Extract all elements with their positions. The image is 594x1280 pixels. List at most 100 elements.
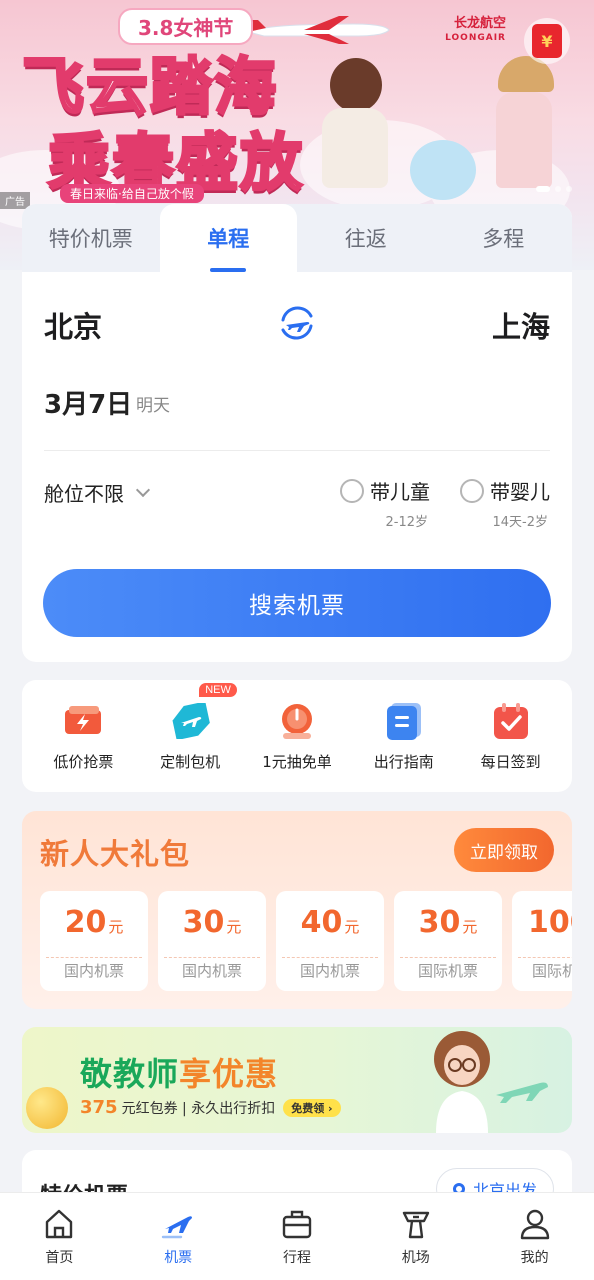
airline-en-name: LOONGAIR xyxy=(445,33,506,43)
illustration-girl-body xyxy=(322,108,388,188)
coupon-unit: 元 xyxy=(462,918,478,936)
plane-tag-icon xyxy=(169,701,211,741)
coupon-amount: 20 xyxy=(64,905,107,940)
nav-flights[interactable]: 机票 xyxy=(128,1207,228,1267)
tab-special[interactable]: 特价机票 xyxy=(22,204,160,272)
ticket-bolt-icon xyxy=(62,701,104,741)
new-badge: NEW xyxy=(199,682,237,697)
teacher-promo-subtitle: 375 元红包券 | 永久出行折扣 免费领 › xyxy=(80,1097,341,1118)
nav-label: 我的 xyxy=(520,1249,549,1266)
infant-label: 带婴儿 xyxy=(490,480,550,504)
red-packet-button[interactable]: ¥ xyxy=(524,18,570,64)
teacher-illustration xyxy=(434,1031,490,1133)
quick-action-label: 每日签到 xyxy=(480,752,541,771)
with-infant-option[interactable]: 带婴儿 14天-2岁 xyxy=(460,476,550,530)
search-flights-button[interactable]: 搜索机票 xyxy=(43,569,551,637)
infant-radio[interactable] xyxy=(460,478,484,503)
child-label: 带儿童 xyxy=(370,480,430,504)
illustration-girl-head xyxy=(330,58,382,112)
arrival-city[interactable]: 上海 xyxy=(492,304,550,346)
divider xyxy=(44,450,550,451)
quick-actions: 低价抢票 NEW 定制包机 1元抽免单 出行指南 每日签到 xyxy=(22,680,572,792)
coupon-list: 20元 国内机票 30元 国内机票 40元 国内机票 30元 国际机票 100元… xyxy=(40,891,572,991)
tab-one-way[interactable]: 单程 xyxy=(159,204,297,272)
child-radio[interactable] xyxy=(340,478,364,503)
cabin-class-label: 舱位不限 xyxy=(44,482,124,506)
nav-label: 机场 xyxy=(401,1249,430,1266)
quick-action-label: 定制包机 xyxy=(160,752,221,771)
banner-slogan: 春日来临·给自己放个假 xyxy=(60,184,204,203)
carousel-indicator xyxy=(536,186,572,192)
quick-action-checkin[interactable]: 每日签到 xyxy=(458,701,564,772)
new-user-title: 新人大礼包 xyxy=(40,837,191,871)
coupon-unit: 元 xyxy=(108,918,124,936)
coupon-card[interactable]: 20 元 国内机票 xyxy=(40,891,148,991)
coupon-amount: 40 xyxy=(300,905,343,940)
airline-name: 长龙航空 xyxy=(453,16,506,31)
departure-date[interactable]: 3月7日 xyxy=(44,384,132,421)
guide-book-icon xyxy=(383,701,425,741)
quick-action-lottery[interactable]: 1元抽免单 xyxy=(244,701,350,772)
quick-action-guide[interactable]: 出行指南 xyxy=(351,701,457,772)
coupon-amount: 30 xyxy=(182,905,225,940)
teacher-sub-text: 元红包券 | 永久出行折扣 xyxy=(121,1100,276,1117)
claim-now-button[interactable]: 立即领取 xyxy=(454,828,554,872)
illustration-girl-body xyxy=(496,92,552,188)
free-claim-pill[interactable]: 免费领 › xyxy=(283,1098,341,1117)
nav-label: 行程 xyxy=(282,1249,311,1266)
nav-label: 首页 xyxy=(45,1249,74,1266)
departure-city[interactable]: 北京 xyxy=(44,304,102,346)
tab-round-trip[interactable]: 往返 xyxy=(297,204,435,272)
trip-type-tabs: 特价机票 单程 往返 多程 xyxy=(22,204,572,272)
red-packet-icon: ¥ xyxy=(532,24,562,58)
cabin-class-select[interactable]: 舱位不限 xyxy=(44,478,151,507)
coupon-card[interactable]: 30 元 国内机票 xyxy=(158,891,266,991)
flight-search-card: 特价机票 单程 往返 多程 北京 上海 3月7日 明天 舱位不限 带儿童 2-1… xyxy=(22,204,572,662)
teacher-promo-title: 敬教师享优惠 xyxy=(80,1049,278,1095)
plane-icon xyxy=(161,1215,193,1238)
coupon-unit: 元 xyxy=(344,918,360,936)
tab-multi-city[interactable]: 多程 xyxy=(435,204,573,272)
nav-label: 机票 xyxy=(164,1249,193,1266)
coupon-total-amount: 375 xyxy=(80,1097,118,1118)
quick-action-charter[interactable]: NEW 定制包机 xyxy=(137,682,243,772)
quick-action-label: 出行指南 xyxy=(373,752,434,771)
tower-icon xyxy=(402,1211,429,1238)
coupon-card[interactable]: 40 元 国内机票 xyxy=(276,891,384,991)
coin-icon xyxy=(26,1087,68,1129)
coupon-name: 国内机票 xyxy=(299,962,360,980)
bottom-navigation: 首页 机票 行程 机场 我的 xyxy=(0,1192,594,1280)
date-relative-label: 明天 xyxy=(136,396,170,416)
user-icon xyxy=(520,1209,549,1239)
quick-action-low-price[interactable]: 低价抢票 xyxy=(30,701,136,772)
home-icon xyxy=(46,1209,73,1238)
illustration-mascot xyxy=(410,140,476,200)
quick-action-label: 低价抢票 xyxy=(53,752,114,771)
nav-trips[interactable]: 行程 xyxy=(247,1207,347,1267)
infant-age-hint: 14天-2岁 xyxy=(492,515,548,530)
nav-airport[interactable]: 机场 xyxy=(366,1207,466,1267)
chevron-down-icon xyxy=(135,482,151,498)
airplane-illustration xyxy=(496,1082,548,1103)
nav-profile[interactable]: 我的 xyxy=(485,1207,585,1267)
suitcase-icon xyxy=(282,1210,312,1238)
coupon-unit: 元 xyxy=(226,918,242,936)
coupon-card[interactable]: 30 元 国际机票 xyxy=(394,891,502,991)
swap-cities-icon[interactable] xyxy=(276,302,318,344)
teacher-title-highlight: 享优惠 xyxy=(179,1055,279,1093)
quick-action-label: 1元抽免单 xyxy=(262,752,332,771)
coupon-amount: 100 xyxy=(528,905,572,940)
airline-logo: 长龙航空 LOONGAIR xyxy=(445,16,506,46)
calendar-check-icon xyxy=(490,701,532,741)
coupon-name: 国内机票 xyxy=(63,962,124,980)
lottery-icon xyxy=(276,701,318,741)
coupon-name: 国际机票 xyxy=(532,962,572,980)
coupon-name: 国内机票 xyxy=(181,962,242,980)
coupon-card[interactable]: 100元 国际机票 xyxy=(512,891,572,991)
nav-home[interactable]: 首页 xyxy=(9,1207,109,1267)
teacher-promo-banner[interactable]: 敬教师享优惠 375 元红包券 | 永久出行折扣 免费领 › xyxy=(22,1027,572,1133)
new-user-gift-pack: 新人大礼包 立即领取 20 元 国内机票 30 元 国内机票 40 元 国内机票 30… xyxy=(22,811,572,1009)
child-age-hint: 2-12岁 xyxy=(385,515,428,530)
with-child-option[interactable]: 带儿童 2-12岁 xyxy=(340,476,430,530)
coupon-amount: 30 xyxy=(418,905,461,940)
